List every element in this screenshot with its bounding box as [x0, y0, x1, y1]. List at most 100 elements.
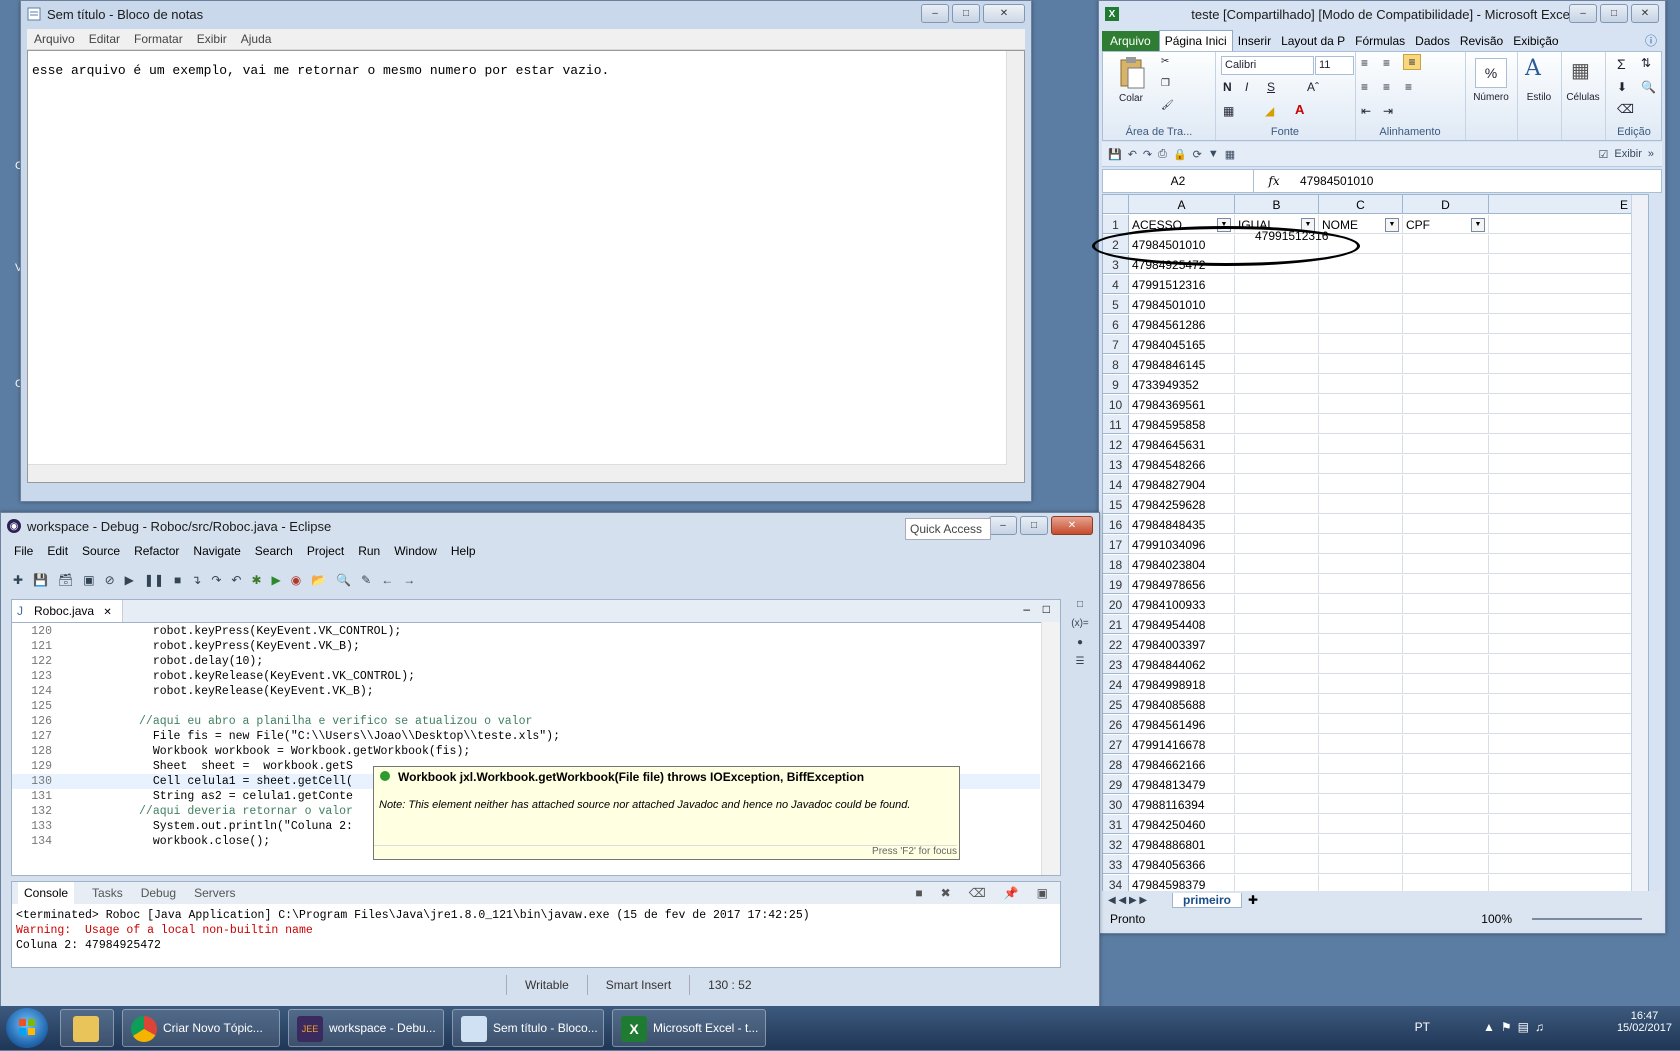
font-color-icon[interactable]: A: [1295, 102, 1304, 117]
cell-acesso[interactable]: 4733949352: [1129, 375, 1235, 394]
menu-ajuda[interactable]: Ajuda: [234, 29, 279, 49]
menu-file[interactable]: File: [7, 541, 40, 561]
tab-debug[interactable]: Debug: [141, 886, 176, 900]
filter-dropdown-icon[interactable]: ▼: [1471, 218, 1485, 232]
row-number[interactable]: 25: [1103, 695, 1129, 714]
cell[interactable]: [1235, 735, 1319, 754]
cell[interactable]: [1235, 415, 1319, 434]
cell[interactable]: [1403, 795, 1489, 814]
cell[interactable]: [1489, 355, 1648, 374]
run-icon[interactable]: ▶: [272, 573, 281, 587]
cell[interactable]: [1403, 775, 1489, 794]
cell[interactable]: [1319, 795, 1403, 814]
minimize-button[interactable]: –: [989, 516, 1017, 535]
grow-font-icon[interactable]: Aˆ: [1307, 80, 1319, 94]
cell[interactable]: [1489, 315, 1648, 334]
cell-acesso[interactable]: 47984369561: [1129, 395, 1235, 414]
select-all-corner[interactable]: [1103, 195, 1129, 214]
terminate-icon[interactable]: ■: [915, 886, 922, 900]
cell[interactable]: [1319, 835, 1403, 854]
cell[interactable]: [1403, 835, 1489, 854]
stop-icon[interactable]: ■: [174, 573, 181, 587]
row-number[interactable]: 13: [1103, 455, 1129, 474]
cell[interactable]: [1489, 715, 1648, 734]
cell[interactable]: [1489, 675, 1648, 694]
formula-input[interactable]: 47984501010: [1294, 174, 1373, 188]
sheet-nav-arrows[interactable]: ◀ ◀ ▶ ▶: [1108, 895, 1147, 906]
cell[interactable]: [1489, 775, 1648, 794]
cell-acesso[interactable]: 47984813479: [1129, 775, 1235, 794]
menu-navigate[interactable]: Navigate: [186, 541, 247, 561]
cell[interactable]: [1403, 495, 1489, 514]
excel-taskbar-button[interactable]: X Microsoft Excel - t...: [612, 1009, 766, 1047]
cell[interactable]: [1403, 395, 1489, 414]
tab-tasks[interactable]: Tasks: [92, 886, 123, 900]
cell[interactable]: [1403, 595, 1489, 614]
cell[interactable]: [1403, 635, 1489, 654]
tab-formulas[interactable]: Fórmulas: [1350, 31, 1410, 51]
cell[interactable]: [1489, 695, 1648, 714]
cell[interactable]: [1235, 675, 1319, 694]
lock-icon[interactable]: 🔒: [1173, 148, 1187, 161]
language-indicator[interactable]: PT: [1415, 1020, 1430, 1034]
tab-pagina-inicial[interactable]: Página Inici: [1158, 30, 1233, 51]
new-sheet-icon[interactable]: ✚: [1248, 893, 1258, 907]
cell[interactable]: [1235, 655, 1319, 674]
menu-search[interactable]: Search: [248, 541, 300, 561]
cell[interactable]: [1489, 495, 1648, 514]
borders-icon[interactable]: ▦: [1223, 104, 1234, 118]
row-number[interactable]: 11: [1103, 415, 1129, 434]
cell-acesso[interactable]: 47984003397: [1129, 635, 1235, 654]
cell[interactable]: [1319, 735, 1403, 754]
console-view[interactable]: Console Tasks Debug Servers ■ ✖ ⌫ 📌 ▣ <t…: [11, 881, 1061, 968]
refresh-icon[interactable]: ⟳: [1193, 148, 1202, 161]
cell[interactable]: [1489, 275, 1648, 294]
exibir-label[interactable]: Exibir: [1614, 148, 1642, 160]
menu-window[interactable]: Window: [387, 541, 444, 561]
cell[interactable]: [1235, 515, 1319, 534]
cell-acesso[interactable]: 47991416678: [1129, 735, 1235, 754]
cell[interactable]: [1403, 455, 1489, 474]
cell[interactable]: [1403, 415, 1489, 434]
cell-b2[interactable]: 47991512316: [1255, 229, 1328, 243]
align-top-icon[interactable]: ≡: [1361, 56, 1368, 70]
cell[interactable]: [1319, 635, 1403, 654]
cell-acesso[interactable]: 47991034096: [1129, 535, 1235, 554]
cell[interactable]: [1489, 795, 1648, 814]
cell[interactable]: [1403, 755, 1489, 774]
column-header[interactable]: A: [1129, 195, 1235, 214]
cell[interactable]: [1235, 815, 1319, 834]
cell[interactable]: [1319, 335, 1403, 354]
more-icon[interactable]: »: [1648, 148, 1654, 160]
cell[interactable]: [1235, 395, 1319, 414]
cell-acesso[interactable]: 47984501010: [1129, 295, 1235, 314]
cell-acesso[interactable]: 47984100933: [1129, 595, 1235, 614]
group-style[interactable]: A Estilo: [1517, 52, 1562, 140]
cell[interactable]: [1235, 275, 1319, 294]
annotation-icon[interactable]: ✎: [361, 573, 371, 587]
font-size-select[interactable]: 11: [1315, 56, 1354, 75]
cell-acesso[interactable]: 47984561286: [1129, 315, 1235, 334]
cell[interactable]: [1489, 755, 1648, 774]
cell[interactable]: [1403, 355, 1489, 374]
resume-icon[interactable]: ▶: [125, 573, 134, 587]
fill-icon[interactable]: ⬇: [1617, 80, 1627, 94]
close-button[interactable]: ✕: [1051, 516, 1093, 535]
cell-acesso[interactable]: 47988116394: [1129, 795, 1235, 814]
row-number[interactable]: 32: [1103, 835, 1129, 854]
cell[interactable]: [1489, 475, 1648, 494]
minimize-button[interactable]: –: [921, 4, 949, 23]
row-number[interactable]: 22: [1103, 635, 1129, 654]
cell[interactable]: [1489, 855, 1648, 874]
cell-acesso[interactable]: 47984259628: [1129, 495, 1235, 514]
pin-console-icon[interactable]: 📌: [1004, 886, 1019, 900]
chrome-taskbar-button[interactable]: Criar Novo Tópic...: [122, 1009, 280, 1047]
row-number[interactable]: 10: [1103, 395, 1129, 414]
fx-icon[interactable]: fx: [1254, 174, 1294, 188]
align-right-icon[interactable]: ≡: [1405, 80, 1412, 94]
cell[interactable]: [1319, 275, 1403, 294]
terminal-icon[interactable]: ▣: [83, 573, 94, 587]
clear-icon[interactable]: ⌫: [1617, 102, 1634, 116]
cell[interactable]: [1235, 595, 1319, 614]
cell[interactable]: [1319, 415, 1403, 434]
